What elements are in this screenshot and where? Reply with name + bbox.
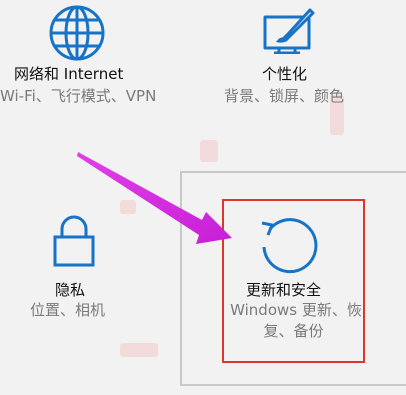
watermark-blob xyxy=(120,343,158,357)
tile-network-subtitle: Wi-Fi、飞行模式、VPN xyxy=(0,87,157,105)
watermark-blob xyxy=(200,140,218,162)
tile-network-internet[interactable]: 网络和 Internet Wi-Fi、飞行模式、VPN xyxy=(0,0,180,112)
globe-icon xyxy=(46,2,108,68)
tile-privacy[interactable]: 隐私 位置、相机 xyxy=(0,205,150,325)
tile-personalization[interactable]: 个性化 背景、锁屏、颜色 xyxy=(190,0,406,112)
lock-icon xyxy=(52,215,96,271)
tile-personalization-title: 个性化 xyxy=(262,65,308,83)
settings-canvas: 网络和 Internet Wi-Fi、飞行模式、VPN 个性化 背景、锁屏、颜色 xyxy=(0,0,406,395)
paint-brush-icon xyxy=(262,8,316,58)
highlight-box xyxy=(222,199,365,363)
tile-personalization-subtitle: 背景、锁屏、颜色 xyxy=(224,87,345,105)
tile-privacy-title: 隐私 xyxy=(55,281,86,299)
tile-network-title: 网络和 Internet xyxy=(14,65,124,83)
tile-privacy-subtitle: 位置、相机 xyxy=(30,301,106,319)
